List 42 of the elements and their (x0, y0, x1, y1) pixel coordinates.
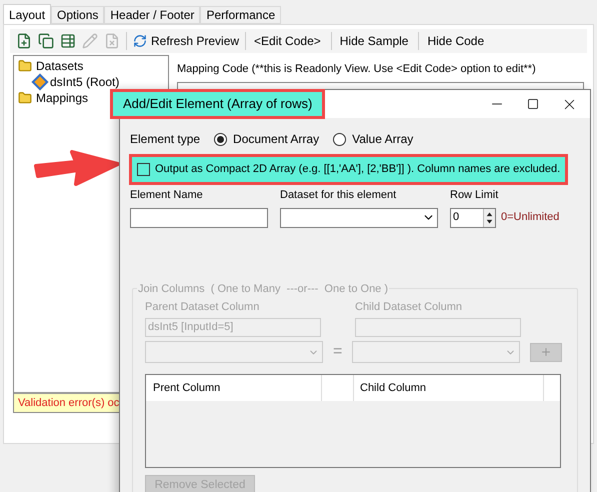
row-limit-hint: 0=Unlimited (501, 210, 560, 226)
parent-column-label: Parent Dataset Column (145, 300, 260, 314)
element-name-label: Element Name (130, 188, 204, 203)
tab[interactable]: Options (51, 6, 104, 24)
element-type-label: Element type (130, 131, 200, 148)
copy-icon[interactable] (38, 33, 54, 49)
row-limit-spinner[interactable]: 0 (450, 208, 496, 228)
toolbar-button[interactable]: Hide Code (418, 32, 488, 50)
refresh-icon[interactable] (133, 34, 147, 48)
spin-arrows-icon[interactable] (483, 208, 495, 226)
equals-sign: = (333, 342, 342, 362)
radio-label[interactable]: Document Array (233, 130, 320, 148)
dataset-label: Dataset for this element (280, 188, 398, 203)
toolbar-button[interactable]: Hide Sample (330, 32, 412, 50)
dataset-dropdown[interactable] (280, 208, 438, 228)
toolbar-button[interactable]: Refresh Preview (151, 32, 240, 50)
tab[interactable]: Layout (3, 4, 52, 24)
maximize-icon[interactable] (527, 98, 539, 110)
folder-icon (18, 59, 32, 73)
tree-item[interactable]: Datasets (36, 57, 84, 75)
tree-item[interactable]: dsInt5 (Root) (50, 73, 120, 91)
child-column-label: Child Dataset Column (355, 300, 463, 314)
radio-button[interactable] (333, 132, 346, 146)
mapping-code-label: Mapping Code (**this is Readonly View. Use <Edit Code> option to edit**) (177, 62, 537, 77)
checkbox-label[interactable]: Output as Compact 2D Array (e.g. [[1,'AA'], [2,'BB']] ). Column names are excluded. (155, 161, 560, 178)
table-icon[interactable] (60, 33, 76, 49)
column-header: Child Column (354, 375, 544, 401)
tree-item[interactable]: Mappings (36, 89, 88, 107)
radio-button[interactable] (214, 132, 228, 146)
tab[interactable]: Header / Footer (104, 6, 200, 24)
folder-icon (18, 91, 32, 105)
toolbar-button[interactable]: <Edit Code> (245, 32, 325, 50)
row-limit-label: Row Limit (450, 188, 500, 203)
column-header: Prent Column (146, 375, 322, 401)
window-title: Add/Edit Element (Array of rows) (110, 89, 326, 119)
parent-dataset-field: dsInt5 [InputId=5] (145, 318, 321, 337)
checkbox[interactable] (137, 163, 150, 176)
element-name-field[interactable] (130, 208, 268, 228)
plus-icon (540, 346, 552, 358)
radio-label[interactable]: Value Array (352, 130, 414, 148)
tab[interactable]: Performance (200, 6, 282, 24)
file-plus-icon[interactable] (16, 33, 32, 49)
